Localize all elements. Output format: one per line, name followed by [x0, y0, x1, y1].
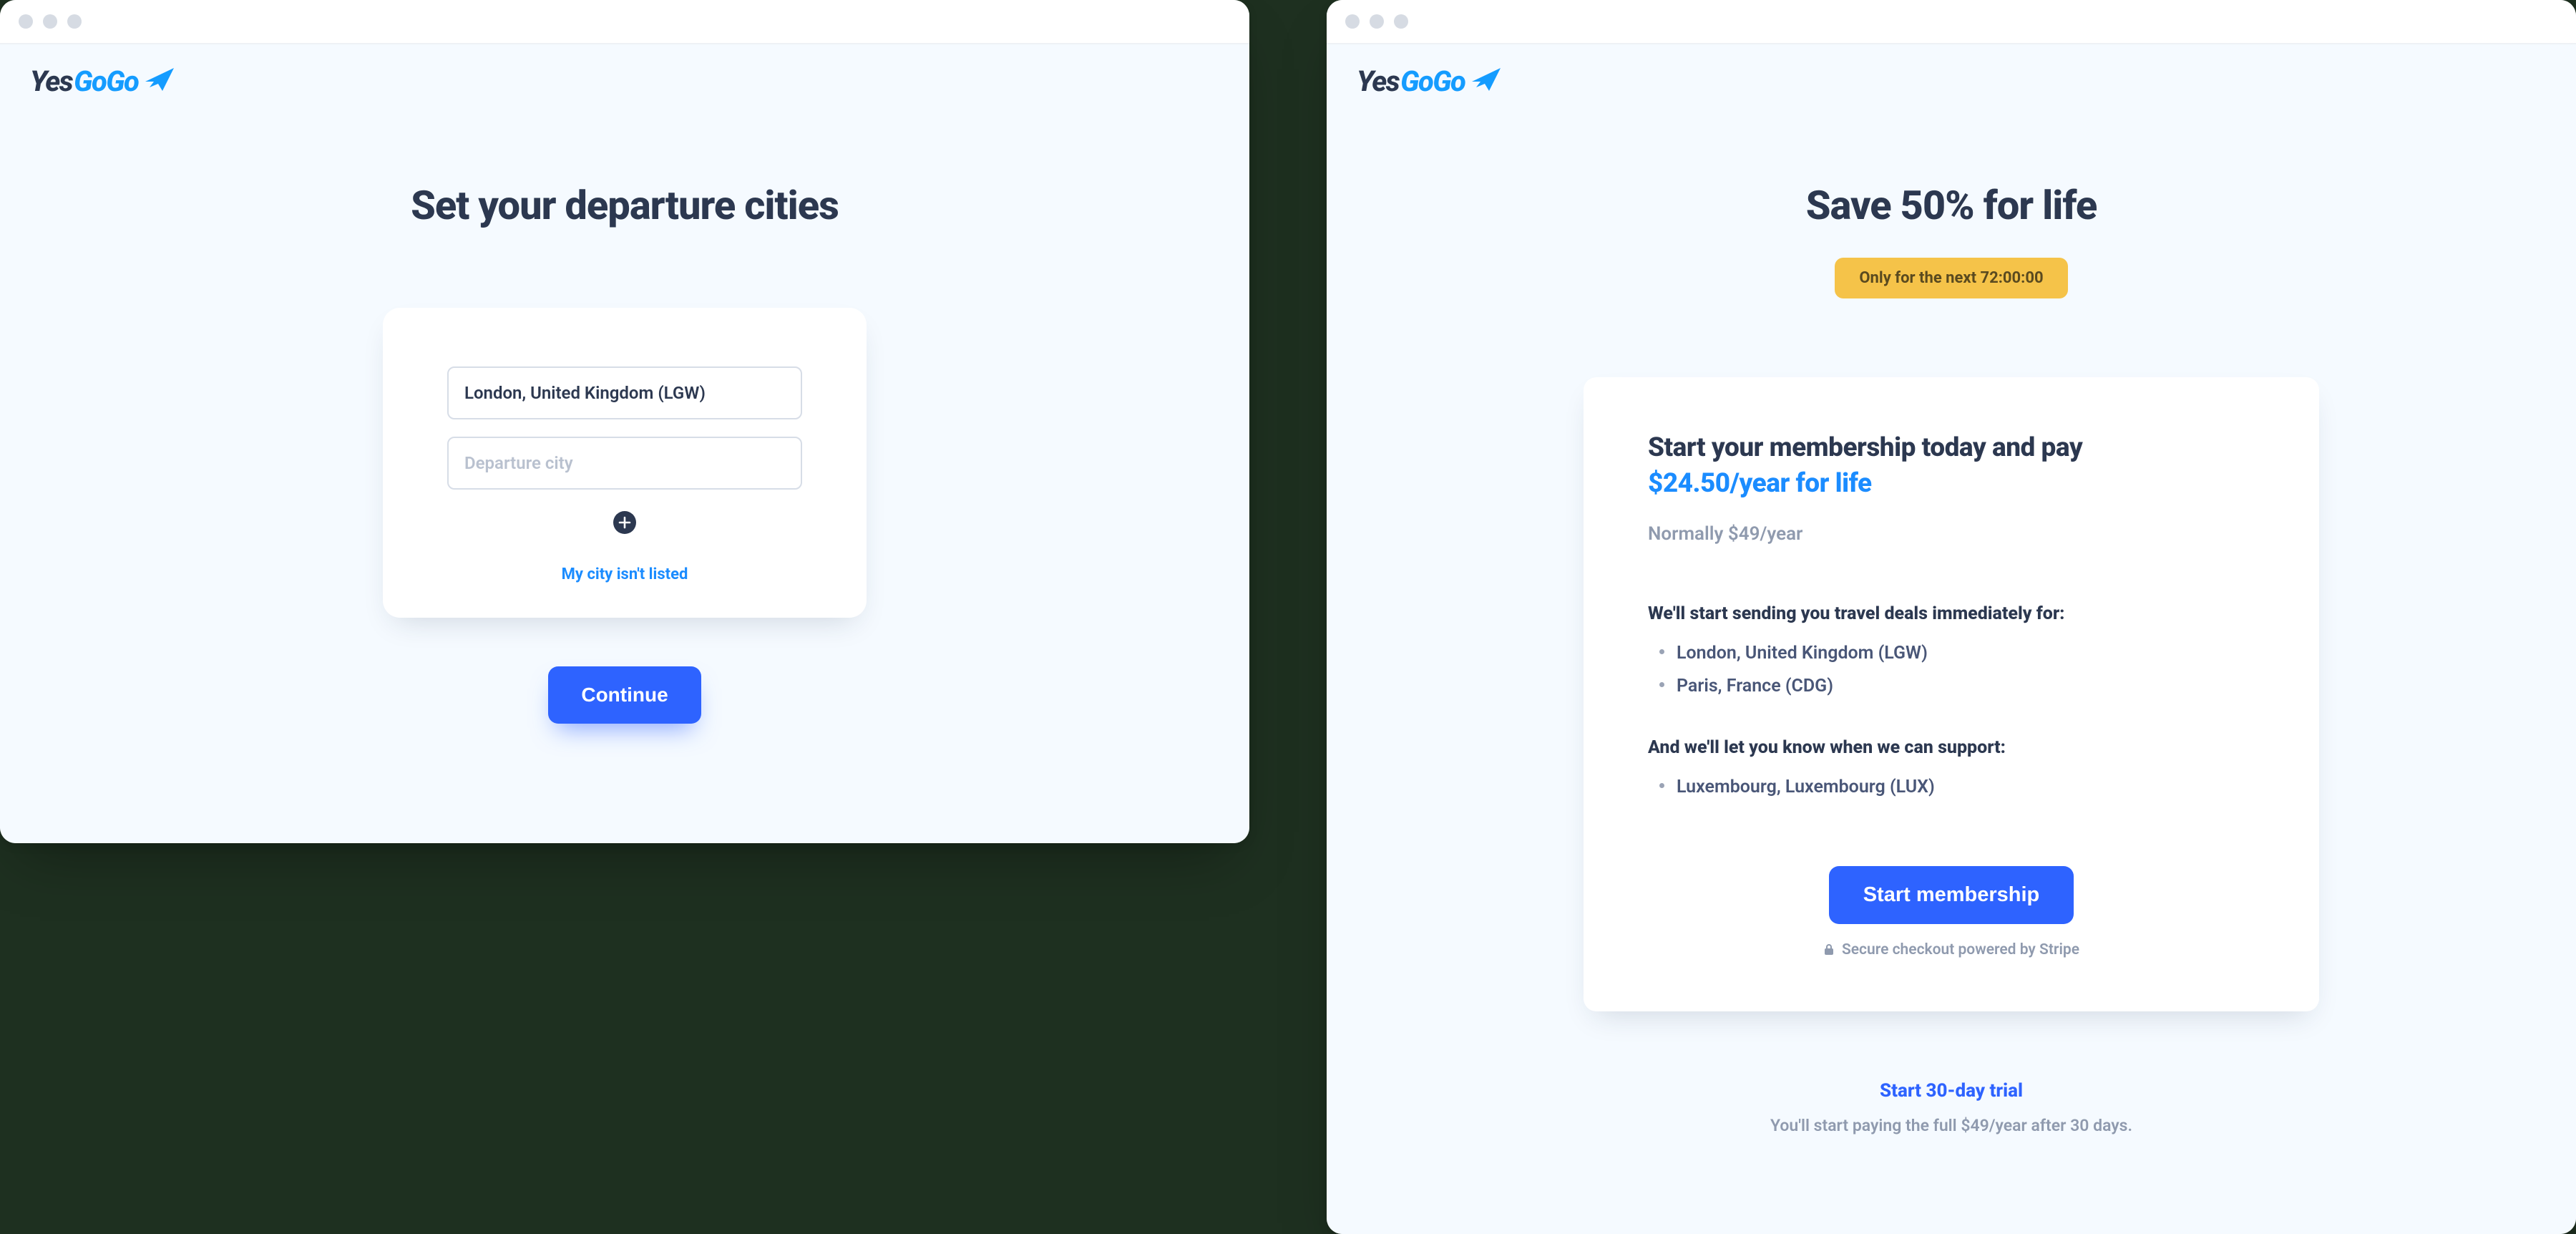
city-not-listed-link[interactable]: My city isn't listed — [562, 565, 688, 583]
deals-heading: We'll start sending you travel deals imm… — [1648, 603, 2255, 624]
pending-heading: And we'll let you know when we can suppo… — [1648, 737, 2255, 758]
brand-logo: YesGoGo — [0, 44, 1249, 96]
list-item: London, United Kingdom (LGW) — [1677, 637, 2255, 670]
departure-city-input-2[interactable] — [447, 437, 802, 490]
window-titlebar — [0, 0, 1249, 44]
add-city-button[interactable] — [613, 511, 636, 534]
countdown-badge: Only for the next 72:00:00 — [1835, 258, 2067, 298]
offer-price: $24.50/year for life — [1648, 468, 1872, 499]
offer-lead: Start your membership today and pay $24.… — [1648, 430, 2255, 502]
offer-card: Start your membership today and pay $24.… — [1584, 377, 2319, 1011]
brand-part-yes: Yes — [30, 67, 72, 96]
start-trial-link[interactable]: Start 30-day trial — [1880, 1080, 2023, 1102]
page-title: Save 50% for life — [1806, 182, 2097, 229]
normal-price: Normally $49/year — [1648, 523, 2255, 545]
departure-city-input-1[interactable] — [447, 366, 802, 419]
deal-cities-list: London, United Kingdom (LGW)Paris, Franc… — [1648, 637, 2255, 704]
window-control-dot — [1394, 14, 1408, 29]
brand-part-gogo: GoGo — [74, 67, 138, 96]
list-item: Paris, France (CDG) — [1677, 670, 2255, 703]
departure-form-card: My city isn't listed — [383, 308, 867, 618]
viewport: YesGoGo Save 50% for life Only for the n… — [1327, 44, 2576, 1234]
window-control-dot — [1370, 14, 1384, 29]
window-control-dot — [67, 14, 82, 29]
window-titlebar — [1327, 0, 2576, 44]
pending-cities-list: Luxembourg, Luxembourg (LUX) — [1648, 771, 2255, 804]
page-title: Set your departure cities — [411, 182, 839, 229]
continue-button[interactable]: Continue — [548, 666, 701, 724]
plus-icon — [618, 516, 631, 529]
start-membership-button[interactable]: Start membership — [1829, 866, 2074, 924]
secure-checkout-note: Secure checkout powered by Stripe — [1823, 941, 2079, 958]
brand-part-gogo: GoGo — [1400, 67, 1465, 96]
window-control-dot — [19, 14, 33, 29]
viewport: YesGoGo Set your departure cities My cit… — [0, 44, 1249, 843]
browser-window-offer: YesGoGo Save 50% for life Only for the n… — [1327, 0, 2576, 1234]
window-control-dot — [43, 14, 57, 29]
window-control-dot — [1345, 14, 1360, 29]
offer-lead-text: Start your membership today and pay — [1648, 432, 2082, 463]
lock-icon — [1823, 943, 1835, 956]
brand-part-yes: Yes — [1357, 67, 1399, 96]
browser-window-departure: YesGoGo Set your departure cities My cit… — [0, 0, 1249, 843]
brand-logo: YesGoGo — [1327, 44, 2576, 96]
paper-plane-icon — [144, 66, 175, 93]
list-item: Luxembourg, Luxembourg (LUX) — [1677, 771, 2255, 804]
paper-plane-icon — [1470, 66, 1502, 93]
trial-subtext: You'll start paying the full $49/year af… — [1770, 1116, 2132, 1135]
secure-checkout-text: Secure checkout powered by Stripe — [1842, 941, 2079, 958]
